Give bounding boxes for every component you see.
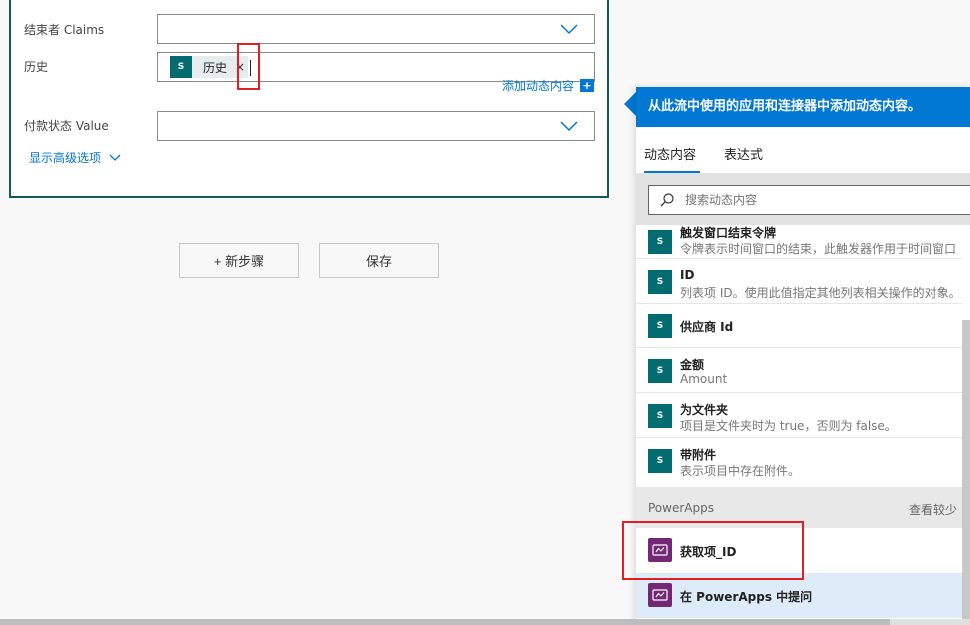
sharepoint-icon: S [648, 270, 672, 294]
item-title: 触发窗口结束令牌 [680, 226, 777, 240]
chevron-down-icon [560, 121, 578, 132]
show-advanced-label: 显示高级选项 [29, 151, 102, 165]
sharepoint-icon: S [648, 314, 672, 338]
item-title: 在 PowerApps 中提问 [680, 590, 813, 604]
show-advanced-options-link[interactable]: 显示高级选项 [29, 149, 121, 166]
panel-pointer [624, 92, 636, 116]
see-less-link[interactable]: 查看较少 [909, 501, 957, 518]
tab-dynamic-content[interactable]: 动态内容 [644, 144, 696, 163]
list-item[interactable]: S 带附件 表示项目中存在附件。 [636, 438, 962, 483]
search-area [636, 173, 970, 225]
powerapps-icon [648, 583, 672, 607]
item-subtitle: 令牌表示时间窗口的结束，此触发器作用于时间窗口 [680, 242, 957, 256]
sharepoint-icon: S [648, 404, 672, 428]
list-item[interactable]: S 金额 Amount [636, 348, 962, 393]
claims-dropdown[interactable] [157, 14, 595, 44]
save-button[interactable]: 保存 [319, 243, 439, 278]
chevron-down-icon [560, 24, 578, 35]
scrollbar-thumb[interactable] [0, 619, 890, 625]
item-subtitle: Amount [680, 372, 728, 386]
item-title: 金额 [680, 358, 705, 372]
item-subtitle: 表示项目中存在附件。 [680, 464, 801, 478]
highlight-box [622, 521, 804, 580]
item-title: 供应商 Id [680, 320, 734, 334]
search-input[interactable] [685, 193, 935, 207]
tab-expression[interactable]: 表达式 [724, 144, 763, 163]
field-label-payment-status: 付款状态 Value [24, 119, 109, 133]
list-item[interactable]: S 触发窗口结束令牌 令牌表示时间窗口的结束，此触发器作用于时间窗口 [636, 225, 962, 259]
item-subtitle: 项目是文件夹时为 true，否则为 false。 [680, 419, 897, 433]
sharepoint-icon: S [648, 449, 672, 473]
action-card: 结束者 Claims 历史 S 历史 × 添加动态内容 + 付款状态 Value… [9, 0, 609, 198]
sharepoint-icon: S [170, 56, 192, 78]
item-title: 带附件 [680, 448, 717, 462]
sharepoint-icon: S [648, 359, 672, 383]
plus-icon: + [580, 79, 595, 92]
sharepoint-icon: S [648, 230, 672, 254]
section-name: PowerApps [648, 501, 714, 515]
list-item[interactable]: S ID 列表项 ID。使用此值指定其他列表相关操作的对象。 [636, 259, 962, 304]
panel-scrollbar[interactable] [962, 320, 970, 620]
highlight-box [237, 43, 260, 90]
item-subtitle: 列表项 ID。使用此值指定其他列表相关操作的对象。 [680, 286, 961, 300]
list-item[interactable]: S 为文件夹 项目是文件夹时为 true，否则为 false。 [636, 393, 962, 438]
add-dynamic-content-label: 添加动态内容 [502, 79, 575, 93]
payment-status-dropdown[interactable] [157, 111, 595, 141]
item-title: 为文件夹 [680, 403, 729, 417]
field-label-claims: 结束者 Claims [24, 23, 105, 37]
search-box[interactable] [648, 185, 970, 215]
token-label: 历史 [203, 60, 228, 75]
new-step-button[interactable]: + 新步骤 [179, 243, 299, 278]
dynamic-content-list: S 触发窗口结束令牌 令牌表示时间窗口的结束，此触发器作用于时间窗口 S ID … [636, 225, 962, 483]
horizontal-scrollbar[interactable] [0, 619, 970, 625]
item-title: ID [680, 268, 695, 282]
search-icon [660, 193, 674, 207]
field-label-history: 历史 [24, 60, 49, 74]
add-dynamic-content-link[interactable]: 添加动态内容 + [502, 77, 595, 94]
panel-header: 从此流中使用的应用和连接器中添加动态内容。 [636, 87, 970, 127]
chevron-down-icon [109, 154, 121, 161]
panel-tabs: 动态内容 表达式 [636, 127, 970, 173]
list-item[interactable]: S 供应商 Id [636, 304, 962, 348]
